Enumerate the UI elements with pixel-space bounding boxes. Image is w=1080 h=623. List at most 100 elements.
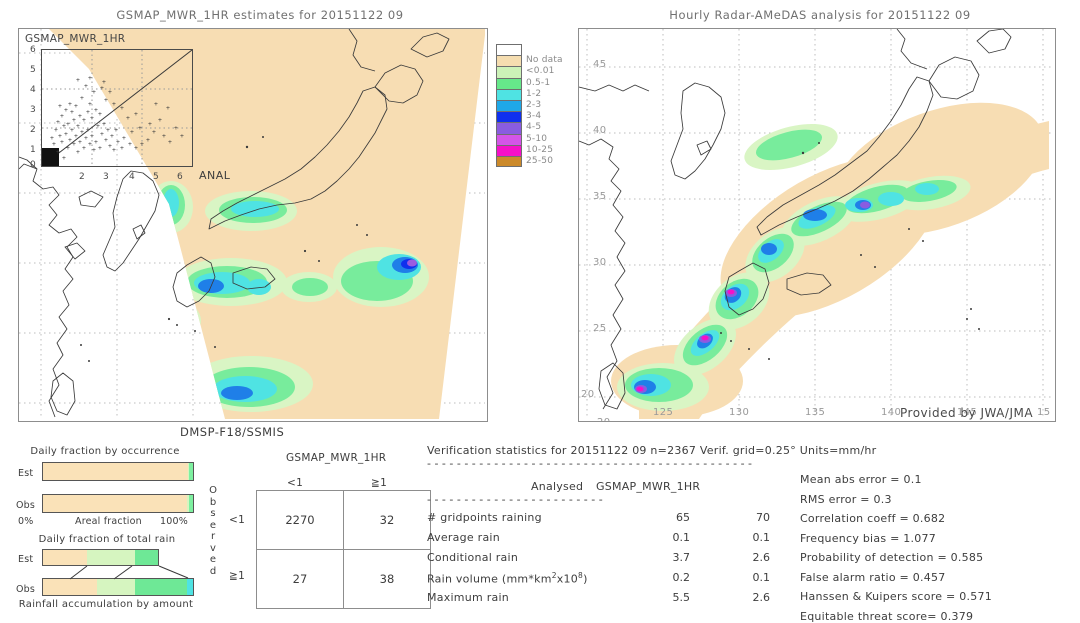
svg-text:+: + <box>134 144 138 152</box>
bar-segment <box>43 579 97 595</box>
contingency-table: 2270 32 27 38 <box>256 490 431 609</box>
row-axis-letter: s <box>210 508 216 519</box>
svg-text:+: + <box>98 110 102 118</box>
inset-ytick-3: 3 <box>30 105 36 115</box>
legend-row: 1-2 <box>496 88 563 100</box>
left-map-panel[interactable]: GSMAP_MWR_1HR + + + + + + + + + + + + + … <box>18 28 488 422</box>
svg-text:+: + <box>80 94 84 102</box>
totalrain-caption: Rainfall accumulation by amount <box>18 599 194 610</box>
verification-row-label: # gridpoints raining <box>427 511 542 524</box>
svg-text:+: + <box>88 74 92 82</box>
legend-label: 5-10 <box>526 133 548 144</box>
row-axis-letter: b <box>209 496 217 508</box>
verification-col-head-analysed: Analysed <box>531 480 584 493</box>
verification-score: False alarm ratio = 0.457 <box>800 570 946 584</box>
totalrain-row-label-est: Est <box>18 554 34 565</box>
verification-value-model: 70 <box>756 511 770 524</box>
legend-swatch <box>496 66 522 78</box>
verification-score: Equitable threat score= 0.379 <box>800 609 974 623</box>
legend-swatch <box>496 133 522 145</box>
right-map-panel[interactable]: 45 40 35 30 25 20 125 130 135 140 145 15… <box>578 28 1056 422</box>
svg-text:+: + <box>50 134 54 142</box>
bar-segment <box>189 463 193 480</box>
verification-row-label: Maximum rain <box>427 591 509 604</box>
contingency-cell-hit-miss-10: 27 <box>256 549 344 609</box>
right-panel-title: Hourly Radar-AMeDAS analysis for 2015112… <box>669 8 971 22</box>
svg-text:+: + <box>66 144 70 152</box>
totalrain-bar-est[interactable] <box>42 549 159 566</box>
contingency-col-header-lt1: <1 <box>287 477 304 489</box>
legend-swatch <box>496 155 522 168</box>
inset-ytick-2: 2 <box>30 125 36 135</box>
verification-score: Frequency bias = 1.077 <box>800 531 937 545</box>
svg-text:+: + <box>174 124 178 132</box>
bar-segment <box>134 550 158 565</box>
svg-text:+: + <box>62 122 66 130</box>
bar-segment <box>187 579 193 595</box>
row-axis-letter: v <box>210 542 216 554</box>
svg-text:+: + <box>102 78 106 86</box>
svg-text:+: + <box>56 148 60 156</box>
occurrence-bar-est[interactable] <box>42 462 194 481</box>
color-legend: No data <0.01 0.5-1 1-2 2-3 3-4 4-5 5-10 10-25 25… <box>496 44 563 168</box>
totalrain-row-label-obs: Obs <box>16 584 36 595</box>
bar-segment <box>43 550 87 565</box>
occurrence-x-max: 100% <box>160 516 188 527</box>
inset-ytick-0: 0 <box>30 160 36 170</box>
svg-text:+: + <box>58 102 62 110</box>
table-row: 27 38 <box>256 549 431 609</box>
contingency-col-header-ge1: ≧1 <box>371 477 388 489</box>
anal-label: ANAL <box>199 169 231 182</box>
occurrence-bar-obs[interactable] <box>42 494 194 513</box>
legend-swatch <box>496 44 522 56</box>
verification-score: RMS error = 0.3 <box>800 492 892 506</box>
scatter-inset-box[interactable]: + + + + + + + + + + + + + + + + + + + + + + + + + + +… <box>41 49 193 167</box>
bar-segment <box>97 579 135 595</box>
verification-col-head-model: GSMAP_MWR_1HR <box>596 480 701 493</box>
row-axis-letter: O <box>209 485 217 496</box>
lat-tick-20: 20 <box>581 389 595 400</box>
occurrence-x-axis-label: Areal fraction <box>75 516 142 527</box>
lon-origin-label: 20 <box>597 417 611 421</box>
figure-root: GSMAP_MWR_1HR estimates for 20151122 09 <box>0 0 1080 623</box>
inset-xtick-6: 6 <box>177 172 183 182</box>
svg-text:+: + <box>96 122 100 130</box>
svg-text:+: + <box>84 82 88 90</box>
svg-text:+: + <box>54 126 58 134</box>
inset-xtick-5: 5 <box>153 172 159 182</box>
lon-tick-135: 135 <box>805 407 826 418</box>
svg-text:+: + <box>92 88 96 96</box>
svg-text:+: + <box>138 124 142 132</box>
verification-row-label: Conditional rain <box>427 551 519 564</box>
legend-label: 2-3 <box>526 99 542 110</box>
bar-segment <box>134 579 187 595</box>
contingency-cell-hit-miss-01: 32 <box>343 490 431 550</box>
legend-swatch <box>496 99 522 112</box>
legend-label: <0.01 <box>526 66 555 77</box>
legend-row: 10-25 <box>496 144 563 156</box>
legend-row: 4-5 <box>496 122 563 134</box>
legend-label: 25-50 <box>526 155 554 166</box>
verification-row-label: Rain volume (mm*km2x108) <box>427 571 588 586</box>
totalrain-chart-title: Daily fraction of total rain <box>38 534 176 545</box>
verification-score: Mean abs error = 0.1 <box>800 473 922 486</box>
verification-value-analysed: 5.5 <box>672 591 691 604</box>
svg-text:+: + <box>126 114 130 122</box>
svg-text:+: + <box>98 144 102 152</box>
row-axis-letter: d <box>209 565 217 577</box>
legend-label: 0.5-1 <box>526 77 551 88</box>
svg-text:+: + <box>88 100 92 108</box>
contingency-cell-hit-miss-00: 2270 <box>256 490 344 550</box>
verification-score: Probability of detection = 0.585 <box>800 551 984 564</box>
row-axis-letter: r <box>210 531 216 542</box>
legend-label: 4-5 <box>526 122 542 133</box>
lon-tick-140: 140 <box>881 407 902 418</box>
svg-text:+: + <box>108 88 112 96</box>
inset-xtick-4: 4 <box>129 172 135 182</box>
svg-text:+: + <box>120 104 124 112</box>
scatter-inset-graphic: ++ ++ ++ ++ ++ ++ + + ++ ++ ++ ++ ++ ++ +… <box>41 49 193 167</box>
contingency-row-header-ge1: ≧1 <box>229 570 246 582</box>
svg-text:+: + <box>130 128 134 136</box>
legend-swatch <box>496 144 522 156</box>
contingency-row-axis-label: Observed <box>208 485 218 577</box>
